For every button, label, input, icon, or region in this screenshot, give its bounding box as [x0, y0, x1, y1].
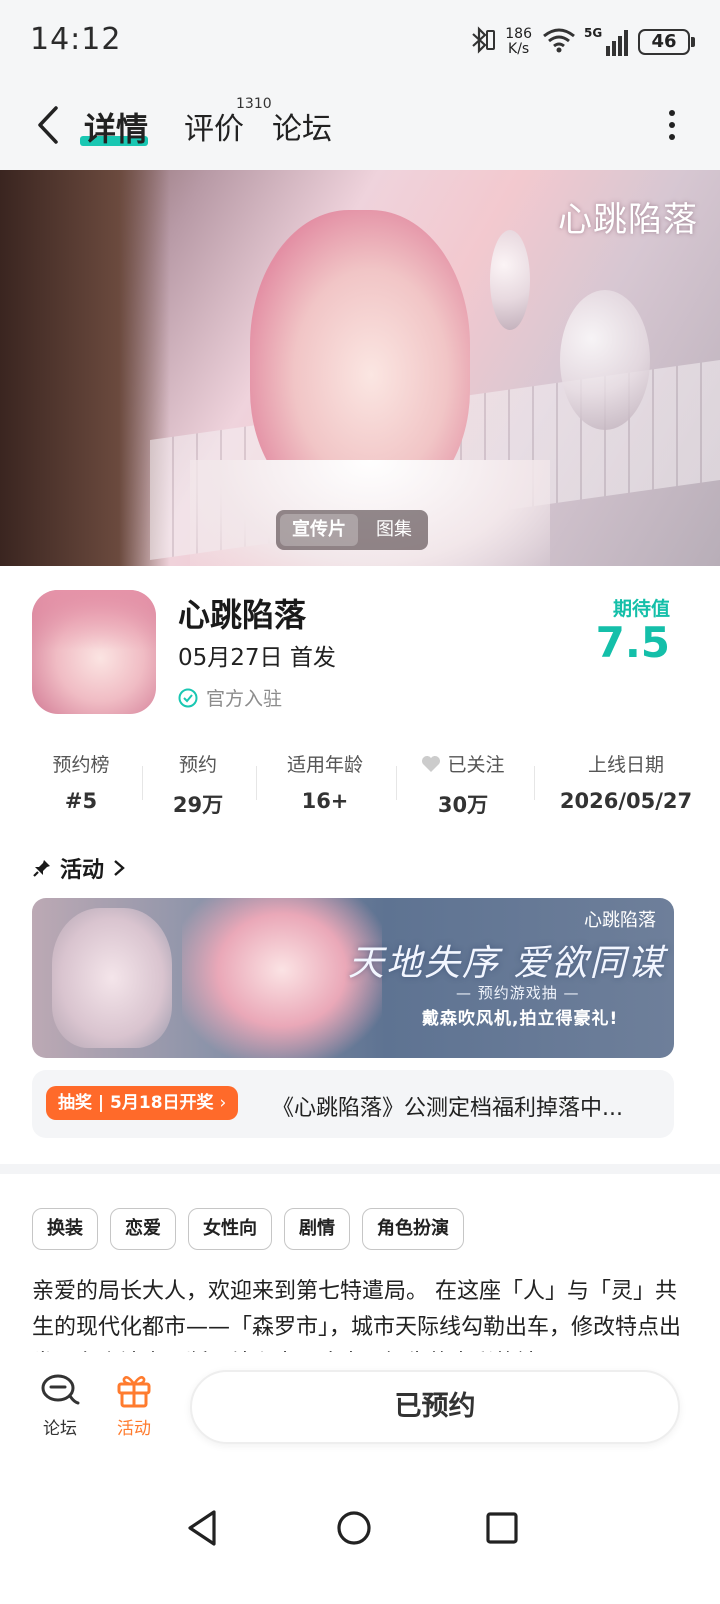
network-speed-value: 186 [505, 26, 532, 42]
stat-followed[interactable]: 已关注 30万 [412, 750, 514, 819]
activity-section-header[interactable]: 活动 [32, 852, 126, 884]
stat-label: 预约 [178, 754, 217, 776]
banner-hand-art [52, 908, 172, 1048]
bottom-forum-label: 论坛 [43, 1419, 77, 1439]
game-description: 亲爱的局长大人，欢迎来到第七特遣局。 在这座「人」与「灵」共生的现代化都市——「… [32, 1279, 682, 1354]
expectation-score: 7.5 [595, 618, 670, 667]
lottery-promo-card[interactable]: 抽奖 | 5月18日开奖 › 《心跳陷落》公测定档福利掉落中... [32, 1070, 674, 1138]
tag-chip[interactable]: 剧情 [284, 1208, 350, 1250]
stat-divider [142, 766, 143, 800]
game-title: 心跳陷落 [178, 596, 307, 634]
tag-chip[interactable]: 恋爱 [110, 1208, 176, 1250]
stat-divider [396, 766, 397, 800]
hero-media[interactable]: 心跳陷落 宣传片 图集 [0, 170, 720, 566]
release-date-text: 05月27日 首发 [178, 645, 336, 671]
pin-icon [33, 860, 50, 877]
hero-crystal-ornament [560, 290, 650, 430]
stat-age-rating[interactable]: 适用年龄 16+ [276, 750, 374, 813]
hero-crystal-ornament [490, 230, 530, 330]
gift-icon [117, 1376, 151, 1408]
bluetooth-icon [465, 25, 496, 59]
bottom-activity-label: 活动 [117, 1419, 151, 1439]
banner-tagline: 戴森吹风机,拍立得豪礼! [422, 1009, 619, 1029]
network-type: 5G [584, 26, 603, 40]
forum-chat-icon [41, 1374, 80, 1405]
game-detail-page: 14:12 186 K/s 5G 46 详情 评价 1310 论坛 心跳陷落 宣… [0, 0, 720, 1604]
stat-label: 上线日期 [587, 754, 664, 776]
stat-divider [256, 766, 257, 800]
chevron-right-icon [114, 860, 125, 876]
wifi-icon [542, 27, 576, 57]
stat-value: 30万 [437, 793, 489, 817]
system-navigation-bar [0, 1456, 720, 1604]
network-speed-unit: K/s [508, 41, 530, 57]
hero-game-logo: 心跳陷落 [558, 200, 698, 240]
tag-chip[interactable]: 换装 [32, 1208, 98, 1250]
stat-reservation-rank[interactable]: 预约榜 #5 [40, 750, 122, 813]
heart-icon [422, 756, 441, 772]
cellular-signal-icon: 5G [584, 26, 628, 56]
more-options-button[interactable] [668, 110, 676, 140]
bottom-activity-button[interactable]: 活动 [104, 1372, 164, 1439]
tab-forum[interactable]: 论坛 [272, 104, 332, 148]
stat-label: 适用年龄 [286, 754, 363, 776]
stat-value: 16+ [301, 789, 349, 813]
stat-label: 已关注 [412, 750, 514, 777]
lottery-badge-text: 抽奖 | 5月18日开奖 [58, 1093, 214, 1113]
banner-title: 天地失序 爱欲同谋 [348, 943, 666, 984]
section-divider [0, 1164, 720, 1174]
tag-chip[interactable]: 女性向 [188, 1208, 272, 1250]
official-verified: 官方入驻 [178, 684, 282, 711]
more-dot-icon [669, 110, 675, 116]
stat-value: #5 [64, 789, 98, 813]
tab-details[interactable]: 详情 [84, 104, 148, 150]
promo-title: 《心跳陷落》公测定档福利掉落中... [272, 1096, 623, 1121]
status-time: 14:12 [30, 22, 122, 57]
battery-indicator: 46 [638, 29, 695, 55]
banner-game-logo: 心跳陷落 [584, 910, 656, 931]
stats-row: 预约榜 #5 预约 29万 适用年龄 16+ 已关注 30万 上线日期 2026… [0, 750, 720, 819]
recent-apps-square-icon[interactable] [484, 1508, 520, 1548]
stat-label-text: 已关注 [447, 754, 505, 776]
verified-check-icon [178, 688, 198, 707]
more-dot-icon [669, 134, 675, 140]
tab-reviews[interactable]: 评价 [184, 104, 244, 148]
stat-value: 29万 [172, 793, 224, 817]
chevron-right-icon: › [219, 1093, 227, 1113]
stat-value: 2026/05/27 [559, 789, 693, 813]
stat-label: 预约榜 [52, 754, 110, 776]
expectation-label: 期待值 [612, 598, 670, 620]
stat-reservations: 预约 29万 [162, 750, 234, 819]
more-dot-icon [669, 122, 675, 128]
activity-heading: 活动 [60, 858, 105, 883]
media-tabs: 宣传片 图集 [276, 510, 428, 550]
genre-tags: 换装 恋爱 女性向 剧情 角色扮演 [32, 1208, 464, 1250]
top-nav-bar: 详情 评价 1310 论坛 [0, 84, 720, 170]
tag-chip[interactable]: 角色扮演 [362, 1208, 464, 1250]
bottom-forum-button[interactable]: 论坛 [30, 1372, 90, 1439]
status-bar: 14:12 186 K/s 5G 46 [0, 0, 720, 84]
bottom-action-bar: 论坛 活动 已预约 [0, 1352, 720, 1456]
reserved-button[interactable]: 已预约 [190, 1370, 680, 1444]
stat-launch-date: 上线日期 2026/05/27 [556, 750, 696, 813]
back-button[interactable] [30, 102, 70, 148]
official-label: 官方入驻 [206, 688, 283, 710]
media-tab-trailer[interactable]: 宣传片 [280, 514, 358, 546]
stat-divider [534, 766, 535, 800]
status-icons: 186 K/s 5G 46 [465, 24, 695, 60]
network-speed: 186 K/s [505, 27, 532, 57]
lottery-badge: 抽奖 | 5月18日开奖 › [46, 1086, 239, 1120]
reviews-count-badge: 1310 [236, 96, 272, 112]
game-app-icon [32, 590, 156, 714]
chevron-left-icon [38, 106, 58, 144]
back-triangle-icon[interactable] [184, 1508, 220, 1548]
hero-foreground-hair [0, 170, 170, 566]
media-tab-gallery[interactable]: 图集 [364, 514, 424, 546]
activity-banner[interactable]: 心跳陷落 天地失序 爱欲同谋 — 预约游戏抽 — 戴森吹风机,拍立得豪礼! [32, 898, 674, 1058]
home-circle-icon[interactable] [334, 1508, 374, 1548]
banner-subtitle: — 预约游戏抽 — [456, 984, 580, 1002]
